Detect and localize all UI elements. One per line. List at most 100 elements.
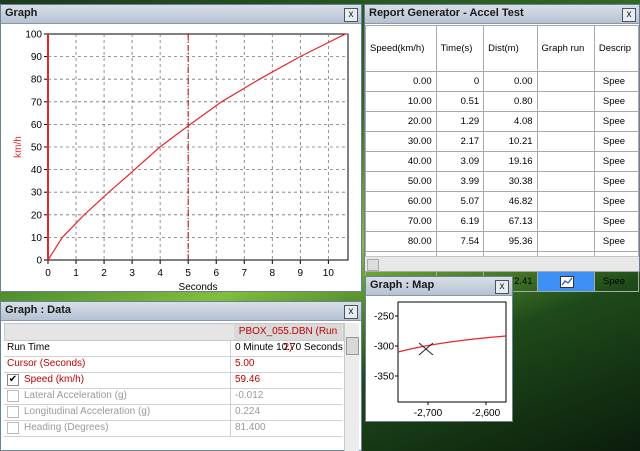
report-cell[interactable]: 46.82 xyxy=(483,191,538,212)
report-cell[interactable] xyxy=(536,171,595,192)
x-tick-label: 0 xyxy=(45,268,51,279)
report-cell[interactable]: Spee xyxy=(593,91,640,112)
data-row[interactable]: ✔ Speed (km/h) 59.46 xyxy=(4,372,342,389)
graph-titlebar[interactable]: Graph x xyxy=(1,5,361,24)
report-row[interactable]: 0.00 0 0.00 Spee xyxy=(365,71,640,92)
speed-time-chart[interactable]: 0 1 2 3 4 5 6 7 8 9 100102030405060708090100Second… xyxy=(1,24,361,293)
report-cell[interactable]: 3.09 xyxy=(435,151,485,172)
report-row[interactable]: 30.00 2.17 10.21 Spee xyxy=(365,131,640,152)
report-generator-window: Report Generator - Accel Test x Speed(km… xyxy=(364,4,640,292)
report-cell[interactable]: 70.00 xyxy=(365,211,437,232)
report-cell[interactable]: 40.00 xyxy=(365,151,437,172)
report-cell[interactable]: Spee xyxy=(593,171,640,192)
report-cell[interactable]: 80.00 xyxy=(365,231,437,252)
channel-checkbox[interactable]: ✔ xyxy=(7,374,19,386)
report-column-header[interactable]: Descrip xyxy=(593,25,640,72)
report-cell[interactable]: 0.00 xyxy=(483,71,538,92)
column-divider xyxy=(230,420,231,436)
y-tick-label: 0 xyxy=(36,256,42,267)
y-tick-label: 60 xyxy=(31,120,43,131)
report-cell[interactable]: 2.17 xyxy=(435,131,485,152)
data-titlebar[interactable]: Graph : Data x xyxy=(1,302,361,321)
report-cell[interactable]: Spee xyxy=(593,131,640,152)
report-cell[interactable]: 3.99 xyxy=(435,171,485,192)
report-cell[interactable]: 50.00 xyxy=(365,171,437,192)
report-column-header[interactable]: Time(s) xyxy=(435,25,485,72)
report-cell[interactable] xyxy=(536,191,595,212)
report-cell[interactable]: 0 xyxy=(435,71,485,92)
map-close-button[interactable]: x xyxy=(495,280,509,294)
report-cell[interactable]: 0.80 xyxy=(483,91,538,112)
report-cell[interactable]: Spee xyxy=(593,111,640,132)
data-row[interactable]: Lateral Acceleration (g) -0.012 xyxy=(4,388,342,405)
report-cell[interactable]: 10.21 xyxy=(483,131,538,152)
track-map[interactable]: -250 -300 -350 -2,700 -2,600 xyxy=(366,296,512,422)
report-row[interactable]: 80.00 7.54 95.36 Spee xyxy=(365,231,640,252)
report-cell[interactable]: Spee xyxy=(593,231,640,252)
data-header-row: PBOX_055.DBN (Run 2) xyxy=(4,323,344,353)
data-row[interactable]: Cursor (Seconds) 5.00 xyxy=(4,356,342,373)
report-close-button[interactable]: x xyxy=(622,8,636,22)
report-cell[interactable] xyxy=(536,71,595,92)
report-cell[interactable]: 6.19 xyxy=(435,211,485,232)
report-cell[interactable] xyxy=(536,151,595,172)
channel-checkbox[interactable] xyxy=(7,406,19,418)
report-cell[interactable] xyxy=(536,131,595,152)
channel-checkbox[interactable] xyxy=(7,390,19,402)
graph-plot-area[interactable]: 0 1 2 3 4 5 6 7 8 9 10 0 10 20 30 40 50 60 70 80 90 100 Second… xyxy=(1,24,361,293)
report-cell[interactable]: Spee xyxy=(593,71,640,92)
report-row[interactable]: 70.00 6.19 67.13 Spee xyxy=(365,211,640,232)
report-cell[interactable]: 95.36 xyxy=(483,231,538,252)
report-row[interactable]: 20.00 1.29 4.08 Spee xyxy=(365,111,640,132)
data-row[interactable]: Heading (Degrees) 81.400 xyxy=(4,420,342,437)
report-cell[interactable]: 0.51 xyxy=(435,91,485,112)
report-cell[interactable]: 0.00 xyxy=(365,71,437,92)
report-cell[interactable]: Spee xyxy=(593,271,640,292)
map-window-title: Graph : Map xyxy=(370,279,435,291)
report-row[interactable]: 40.00 3.09 19.16 Spee xyxy=(365,151,640,172)
report-cell[interactable] xyxy=(536,231,595,252)
scroll-thumb[interactable] xyxy=(346,337,359,355)
report-cell[interactable]: 10.00 xyxy=(365,91,437,112)
data-row-value: 5.00 xyxy=(235,358,255,369)
graph-icon[interactable] xyxy=(559,275,574,288)
report-cell[interactable]: 19.16 xyxy=(483,151,538,172)
report-cell[interactable]: 7.54 xyxy=(435,231,485,252)
map-titlebar[interactable]: Graph : Map x xyxy=(366,277,512,296)
data-row-value: 0.224 xyxy=(235,406,261,417)
report-cell[interactable]: 60.00 xyxy=(365,191,437,212)
report-row[interactable]: 10.00 0.51 0.80 Spee xyxy=(365,91,640,112)
report-row[interactable]: 60.00 5.07 46.82 Spee xyxy=(365,191,640,212)
report-column-header[interactable]: Speed(km/h) xyxy=(365,25,437,72)
data-close-button[interactable]: x xyxy=(344,305,358,319)
column-divider xyxy=(230,340,231,356)
report-column-header[interactable]: Dist(m) xyxy=(483,25,538,72)
channel-checkbox[interactable] xyxy=(7,422,19,434)
report-cell[interactable]: 67.13 xyxy=(483,211,538,232)
report-column-header[interactable]: Graph run xyxy=(536,25,595,72)
report-cell[interactable]: 30.00 xyxy=(365,131,437,152)
graph-run-cell[interactable] xyxy=(536,271,595,292)
scroll-left-button[interactable] xyxy=(367,259,379,271)
y-tick-label: 20 xyxy=(31,210,43,221)
report-cell[interactable] xyxy=(536,211,595,232)
run-name-header[interactable]: PBOX_055.DBN (Run 2) xyxy=(234,324,342,353)
graph-close-button[interactable]: x xyxy=(344,8,358,22)
report-cell[interactable]: Spee xyxy=(593,151,640,172)
data-row[interactable]: Run Time 0 Minute 10.70 Seconds xyxy=(4,340,343,357)
report-row[interactable]: 50.00 3.99 30.38 Spee xyxy=(365,171,640,192)
report-cell[interactable]: Spee xyxy=(593,211,640,232)
report-cell[interactable]: 20.00 xyxy=(365,111,437,132)
data-vertical-scrollbar[interactable] xyxy=(344,323,359,451)
data-row[interactable]: Longitudinal Acceleration (g) 0.224 xyxy=(4,404,342,421)
report-cell[interactable]: 1.29 xyxy=(435,111,485,132)
report-cell[interactable]: Spee xyxy=(593,191,640,212)
report-horizontal-scrollbar[interactable] xyxy=(365,256,639,271)
data-row-value: 0 Minute 10.70 Seconds xyxy=(235,342,343,353)
report-cell[interactable]: 4.08 xyxy=(483,111,538,132)
report-cell[interactable] xyxy=(536,91,595,112)
report-cell[interactable]: 5.07 xyxy=(435,191,485,212)
report-titlebar[interactable]: Report Generator - Accel Test x xyxy=(365,5,639,24)
report-cell[interactable] xyxy=(536,111,595,132)
report-cell[interactable]: 30.38 xyxy=(483,171,538,192)
